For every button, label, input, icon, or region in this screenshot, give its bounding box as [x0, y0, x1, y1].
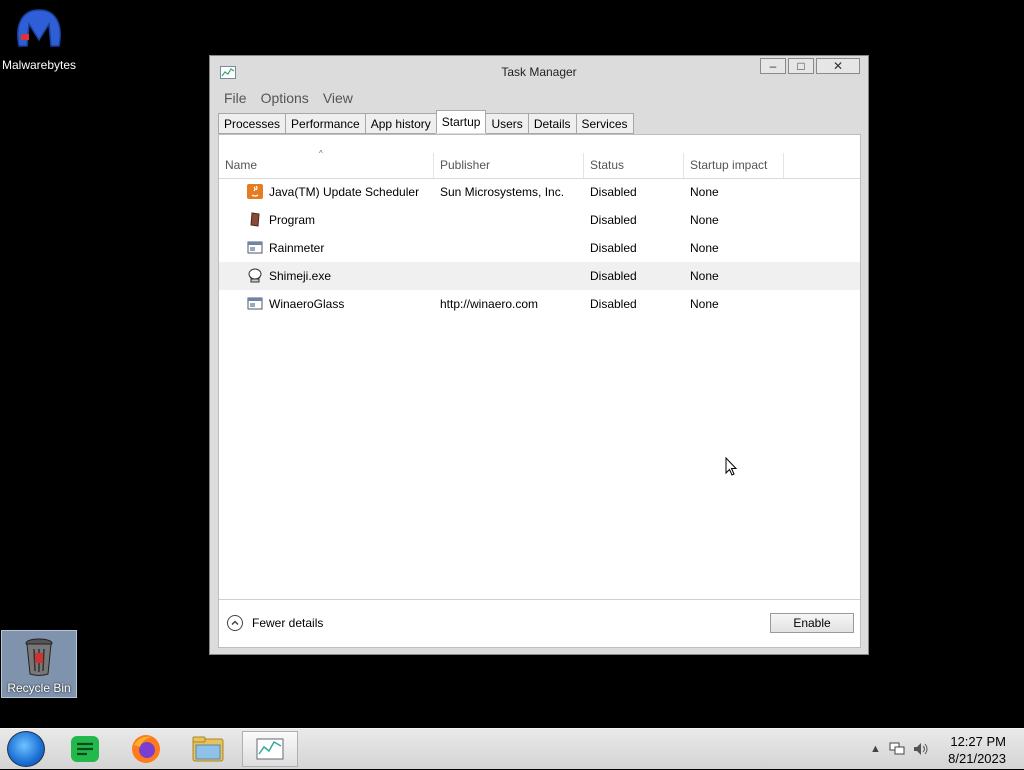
tray-overflow-arrow-icon[interactable]: ▲	[870, 743, 881, 755]
taskbar-clock[interactable]: 12:27 PM 8/21/2023	[948, 733, 1006, 767]
column-startup-impact[interactable]: Startup impact	[684, 153, 784, 178]
row-name: WinaeroGlass	[269, 297, 345, 311]
column-status[interactable]: Status	[584, 153, 684, 178]
maximize-icon: □	[797, 59, 805, 73]
row-publisher: Sun Microsystems, Inc.	[440, 185, 565, 199]
malwarebytes-desktop-icon[interactable]: Malwarebytes	[2, 6, 76, 72]
footer-divider	[219, 599, 860, 600]
row-impact: None	[690, 269, 719, 283]
row-impact: None	[690, 185, 719, 199]
chevron-up-icon	[227, 615, 243, 631]
table-row[interactable]: Java(TM) Update Scheduler Sun Microsyste…	[219, 178, 860, 206]
row-impact: None	[690, 213, 719, 227]
row-name: Shimeji.exe	[269, 269, 332, 283]
row-name: Java(TM) Update Scheduler	[269, 185, 420, 199]
tab-services[interactable]: Services	[575, 113, 634, 134]
row-status: Disabled	[590, 213, 637, 227]
clock-date: 8/21/2023	[948, 751, 1006, 766]
row-publisher: http://winaero.com	[440, 297, 539, 311]
row-status: Disabled	[590, 241, 637, 255]
folder-icon	[192, 736, 224, 762]
taskbar-app-file-explorer[interactable]	[180, 731, 236, 767]
menu-bar: File Options View	[218, 88, 359, 108]
row-name: Program	[269, 213, 316, 227]
volume-icon[interactable]	[913, 742, 929, 756]
network-icon[interactable]	[889, 742, 905, 756]
task-manager-taskbar-icon	[256, 738, 284, 760]
close-icon: ✕	[832, 59, 844, 73]
minimize-icon: –	[769, 59, 777, 73]
row-status: Disabled	[590, 185, 637, 199]
row-impact: None	[690, 297, 719, 311]
menu-view[interactable]: View	[317, 88, 359, 108]
firefox-icon	[132, 735, 160, 763]
tab-processes[interactable]: Processes	[218, 113, 286, 134]
recycle-bin-label: Recycle Bin	[7, 681, 71, 695]
start-button[interactable]	[7, 731, 45, 767]
fewer-details-label: Fewer details	[252, 616, 324, 630]
green-notes-icon	[71, 736, 99, 762]
row-status: Disabled	[590, 269, 637, 283]
malwarebytes-label: Malwarebytes	[2, 58, 77, 72]
close-button[interactable]: ✕	[816, 58, 860, 74]
row-name: Rainmeter	[269, 241, 325, 255]
taskbar: ▲ 12:27 PM 8/21/2023	[0, 728, 1024, 769]
java-icon	[247, 184, 263, 199]
column-header-row: ^ Name Publisher Status Startup impact	[219, 135, 860, 179]
recycle-bin-icon	[24, 637, 54, 677]
enable-button[interactable]: Enable	[770, 613, 854, 633]
taskbar-app-task-manager[interactable]	[242, 731, 298, 767]
tab-startup[interactable]: Startup	[435, 110, 487, 133]
row-status: Disabled	[590, 297, 637, 311]
taskbar-app-notes[interactable]	[58, 731, 114, 767]
malwarebytes-logo-icon	[13, 6, 65, 52]
shimeji-icon	[247, 268, 263, 283]
title-bar[interactable]: Task Manager – □ ✕	[210, 56, 868, 86]
program-icon	[247, 212, 263, 227]
tab-app-history[interactable]: App history	[364, 113, 436, 134]
app-window-icon	[247, 296, 263, 311]
startup-panel: ^ Name Publisher Status Startup impact J…	[218, 134, 861, 648]
tab-users[interactable]: Users	[486, 113, 528, 134]
table-row[interactable]: Rainmeter Disabled None	[219, 234, 860, 262]
minimize-button[interactable]: –	[760, 58, 786, 74]
tab-strip: Processes Performance App history Startu…	[218, 110, 634, 134]
task-manager-window: Task Manager – □ ✕ File Options View Pro…	[209, 55, 869, 655]
menu-file[interactable]: File	[218, 88, 253, 108]
system-tray: ▲	[870, 741, 929, 757]
clock-time: 12:27 PM	[950, 734, 1006, 749]
recycle-bin-desktop-icon[interactable]: Recycle Bin	[1, 630, 77, 698]
tab-details[interactable]: Details	[527, 113, 576, 134]
column-name[interactable]: Name	[219, 153, 434, 178]
table-row[interactable]: Program Disabled None	[219, 206, 860, 234]
taskbar-app-firefox[interactable]	[118, 731, 174, 767]
maximize-button[interactable]: □	[788, 58, 814, 74]
table-row[interactable]: Shimeji.exe Disabled None	[219, 262, 860, 290]
app-window-icon	[247, 240, 263, 255]
fewer-details-link[interactable]: Fewer details	[227, 613, 323, 633]
menu-options[interactable]: Options	[255, 88, 315, 108]
column-publisher[interactable]: Publisher	[434, 153, 584, 178]
mouse-cursor-icon	[725, 456, 739, 477]
tab-performance[interactable]: Performance	[285, 113, 365, 134]
row-impact: None	[690, 241, 719, 255]
table-row[interactable]: WinaeroGlass http://winaero.com Disabled…	[219, 290, 860, 318]
